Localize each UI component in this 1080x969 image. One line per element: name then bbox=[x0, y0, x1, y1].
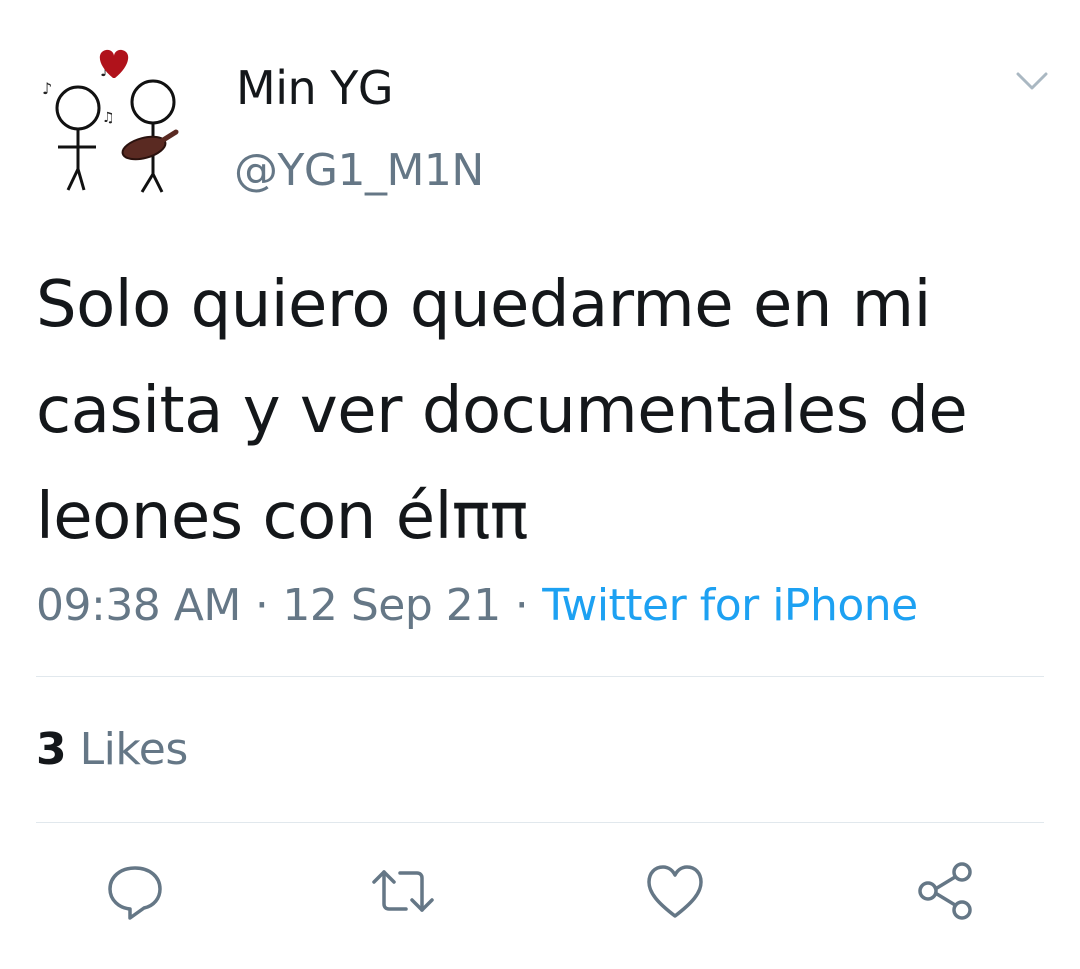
tweet-source-link[interactable]: Twitter for iPhone bbox=[542, 580, 918, 631]
tweet-date[interactable]: 12 Sep 21 bbox=[282, 580, 501, 631]
meta-separator: · bbox=[514, 580, 529, 631]
meta-separator: · bbox=[254, 580, 269, 631]
tweet-text-line: casita y ver documentales de bbox=[36, 374, 968, 448]
share-nodes-icon bbox=[918, 862, 972, 920]
svg-text:♪: ♪ bbox=[42, 79, 52, 98]
tweet-text-line: leones con élππ bbox=[36, 480, 528, 554]
display-name[interactable]: Min YG bbox=[236, 60, 394, 116]
divider bbox=[36, 822, 1044, 823]
retweet-arrows-icon bbox=[372, 870, 434, 912]
likes-stat[interactable]: 3 Likes bbox=[36, 722, 188, 778]
chevron-down-icon bbox=[1016, 72, 1048, 90]
tweet-text-line: Solo quiero quedarme en mi bbox=[36, 268, 931, 342]
avatar[interactable]: ♪ ♪ ♫ bbox=[36, 44, 186, 199]
tweet-text: Solo quiero quedarme en mi casita y ver … bbox=[36, 252, 1056, 570]
tweet-meta: 09:38 AM · 12 Sep 21 · Twitter for iPhone bbox=[36, 578, 918, 634]
svg-text:♫: ♫ bbox=[102, 110, 115, 126]
like-button[interactable] bbox=[640, 856, 710, 926]
speech-bubble-icon bbox=[108, 866, 162, 920]
stick-figures-heart-icon: ♪ ♪ ♫ bbox=[42, 49, 179, 193]
likes-count: 3 bbox=[36, 724, 67, 775]
divider bbox=[36, 676, 1044, 677]
tweet-time[interactable]: 09:38 AM bbox=[36, 580, 241, 631]
share-button[interactable] bbox=[910, 856, 980, 926]
likes-label: Likes bbox=[79, 724, 189, 775]
heart-outline-icon bbox=[647, 865, 703, 918]
retweet-button[interactable] bbox=[368, 856, 438, 926]
more-options-button[interactable] bbox=[1010, 64, 1054, 98]
user-handle[interactable]: @YG1_M1N bbox=[234, 144, 484, 198]
reply-button[interactable] bbox=[100, 856, 170, 926]
